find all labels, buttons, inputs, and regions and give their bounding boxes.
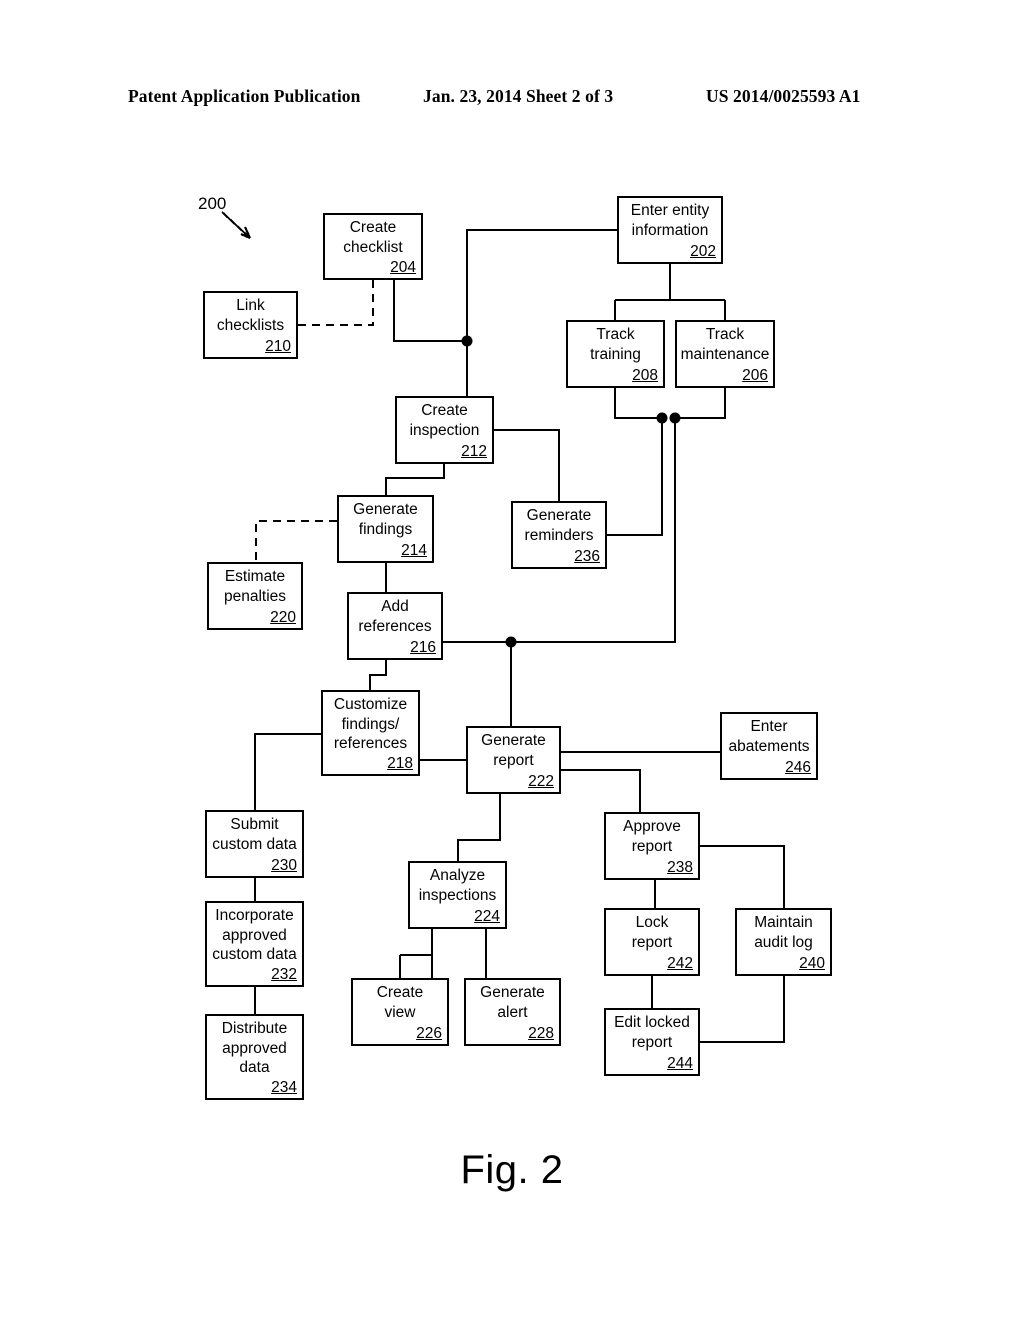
node-create-view[interactable]: Create view 226	[351, 978, 449, 1046]
node-generate-findings[interactable]: Generate findings 214	[337, 495, 434, 563]
node-approve-report[interactable]: Approve report 238	[604, 812, 700, 880]
node-label: Approve report	[623, 818, 681, 855]
node-label: Create view	[376, 984, 424, 1021]
node-estimate-penalties[interactable]: Estimate penalties 220	[207, 562, 303, 630]
node-generate-report[interactable]: Generate report 222	[466, 726, 561, 794]
node-track-maintenance[interactable]: Track maintenance 206	[675, 320, 775, 388]
node-ref: 202	[690, 243, 716, 260]
node-ref: 236	[574, 548, 600, 565]
node-label: Create inspection	[409, 402, 480, 439]
node-enter-entity-information[interactable]: Enter entity information 202	[617, 196, 723, 264]
node-ref: 246	[785, 759, 811, 776]
node-ref: 218	[387, 755, 413, 772]
node-label: Estimate penalties	[223, 568, 287, 605]
node-create-checklist[interactable]: Create checklist 204	[323, 213, 423, 280]
node-ref: 228	[528, 1025, 554, 1042]
node-ref: 210	[265, 338, 291, 355]
node-add-references[interactable]: Add references 216	[347, 592, 443, 660]
node-label: Generate alert	[480, 984, 545, 1021]
node-label: Create checklist	[343, 219, 403, 256]
node-enter-abatements[interactable]: Enter abatements 246	[720, 712, 818, 780]
node-label: Enter abatements	[728, 718, 810, 755]
node-label: Lock report	[631, 914, 673, 951]
node-label: Track training	[590, 326, 641, 363]
node-link-checklists[interactable]: Link checklists 210	[203, 291, 298, 359]
node-ref: 240	[799, 955, 825, 972]
node-label: Link checklists	[216, 297, 285, 334]
node-label: Add references	[358, 598, 432, 635]
node-label: Generate reminders	[524, 507, 594, 544]
figure-caption: Fig. 2	[460, 1148, 564, 1192]
node-distribute-approved-data[interactable]: Distribute approved data 234	[205, 1014, 304, 1100]
node-ref: 224	[474, 908, 500, 925]
node-analyze-inspections[interactable]: Analyze inspections 224	[408, 861, 507, 929]
node-customize-findings-references[interactable]: Customize findings/ references 218	[321, 690, 420, 776]
node-label: Submit custom data	[212, 816, 297, 853]
node-generate-reminders[interactable]: Generate reminders 236	[511, 501, 607, 569]
node-ref: 204	[390, 259, 416, 276]
node-label: Edit locked report	[614, 1014, 690, 1051]
node-ref: 230	[271, 857, 297, 874]
node-ref: 234	[271, 1079, 297, 1096]
node-generate-alert[interactable]: Generate alert 228	[464, 978, 561, 1046]
node-label: Analyze inspections	[418, 867, 497, 904]
node-edit-locked-report[interactable]: Edit locked report 244	[604, 1008, 700, 1076]
node-lock-report[interactable]: Lock report 242	[604, 908, 700, 976]
connector-lines	[221, 211, 785, 1043]
node-ref: 232	[271, 966, 297, 983]
diagram-reference-200: 200	[198, 194, 227, 213]
flowchart-diagram: 200 Enter entity information 202 Create …	[0, 0, 1024, 1320]
node-ref: 222	[528, 773, 554, 790]
node-ref: 242	[667, 955, 693, 972]
node-label: Customize findings/ references	[333, 696, 408, 752]
node-ref: 214	[401, 542, 427, 559]
node-label: Generate findings	[353, 501, 418, 538]
node-ref: 244	[667, 1055, 693, 1072]
node-ref: 216	[410, 639, 436, 656]
node-ref: 212	[461, 443, 487, 460]
node-label: Generate report	[481, 732, 546, 769]
node-maintain-audit-log[interactable]: Maintain audit log 240	[735, 908, 832, 976]
node-label: Maintain audit log	[754, 914, 813, 951]
node-ref: 208	[632, 367, 658, 384]
node-label: Distribute approved data	[221, 1020, 288, 1076]
node-label: Track maintenance	[680, 326, 770, 363]
node-label: Enter entity information	[630, 202, 710, 239]
node-ref: 238	[667, 859, 693, 876]
node-submit-custom-data[interactable]: Submit custom data 230	[205, 810, 304, 878]
node-track-training[interactable]: Track training 208	[566, 320, 665, 388]
node-incorporate-approved-custom-data[interactable]: Incorporate approved custom data 232	[205, 901, 304, 987]
node-ref: 206	[742, 367, 768, 384]
node-ref: 220	[270, 609, 296, 626]
node-ref: 226	[416, 1025, 442, 1042]
node-create-inspection[interactable]: Create inspection 212	[395, 396, 494, 464]
node-label: Incorporate approved custom data	[212, 907, 297, 963]
